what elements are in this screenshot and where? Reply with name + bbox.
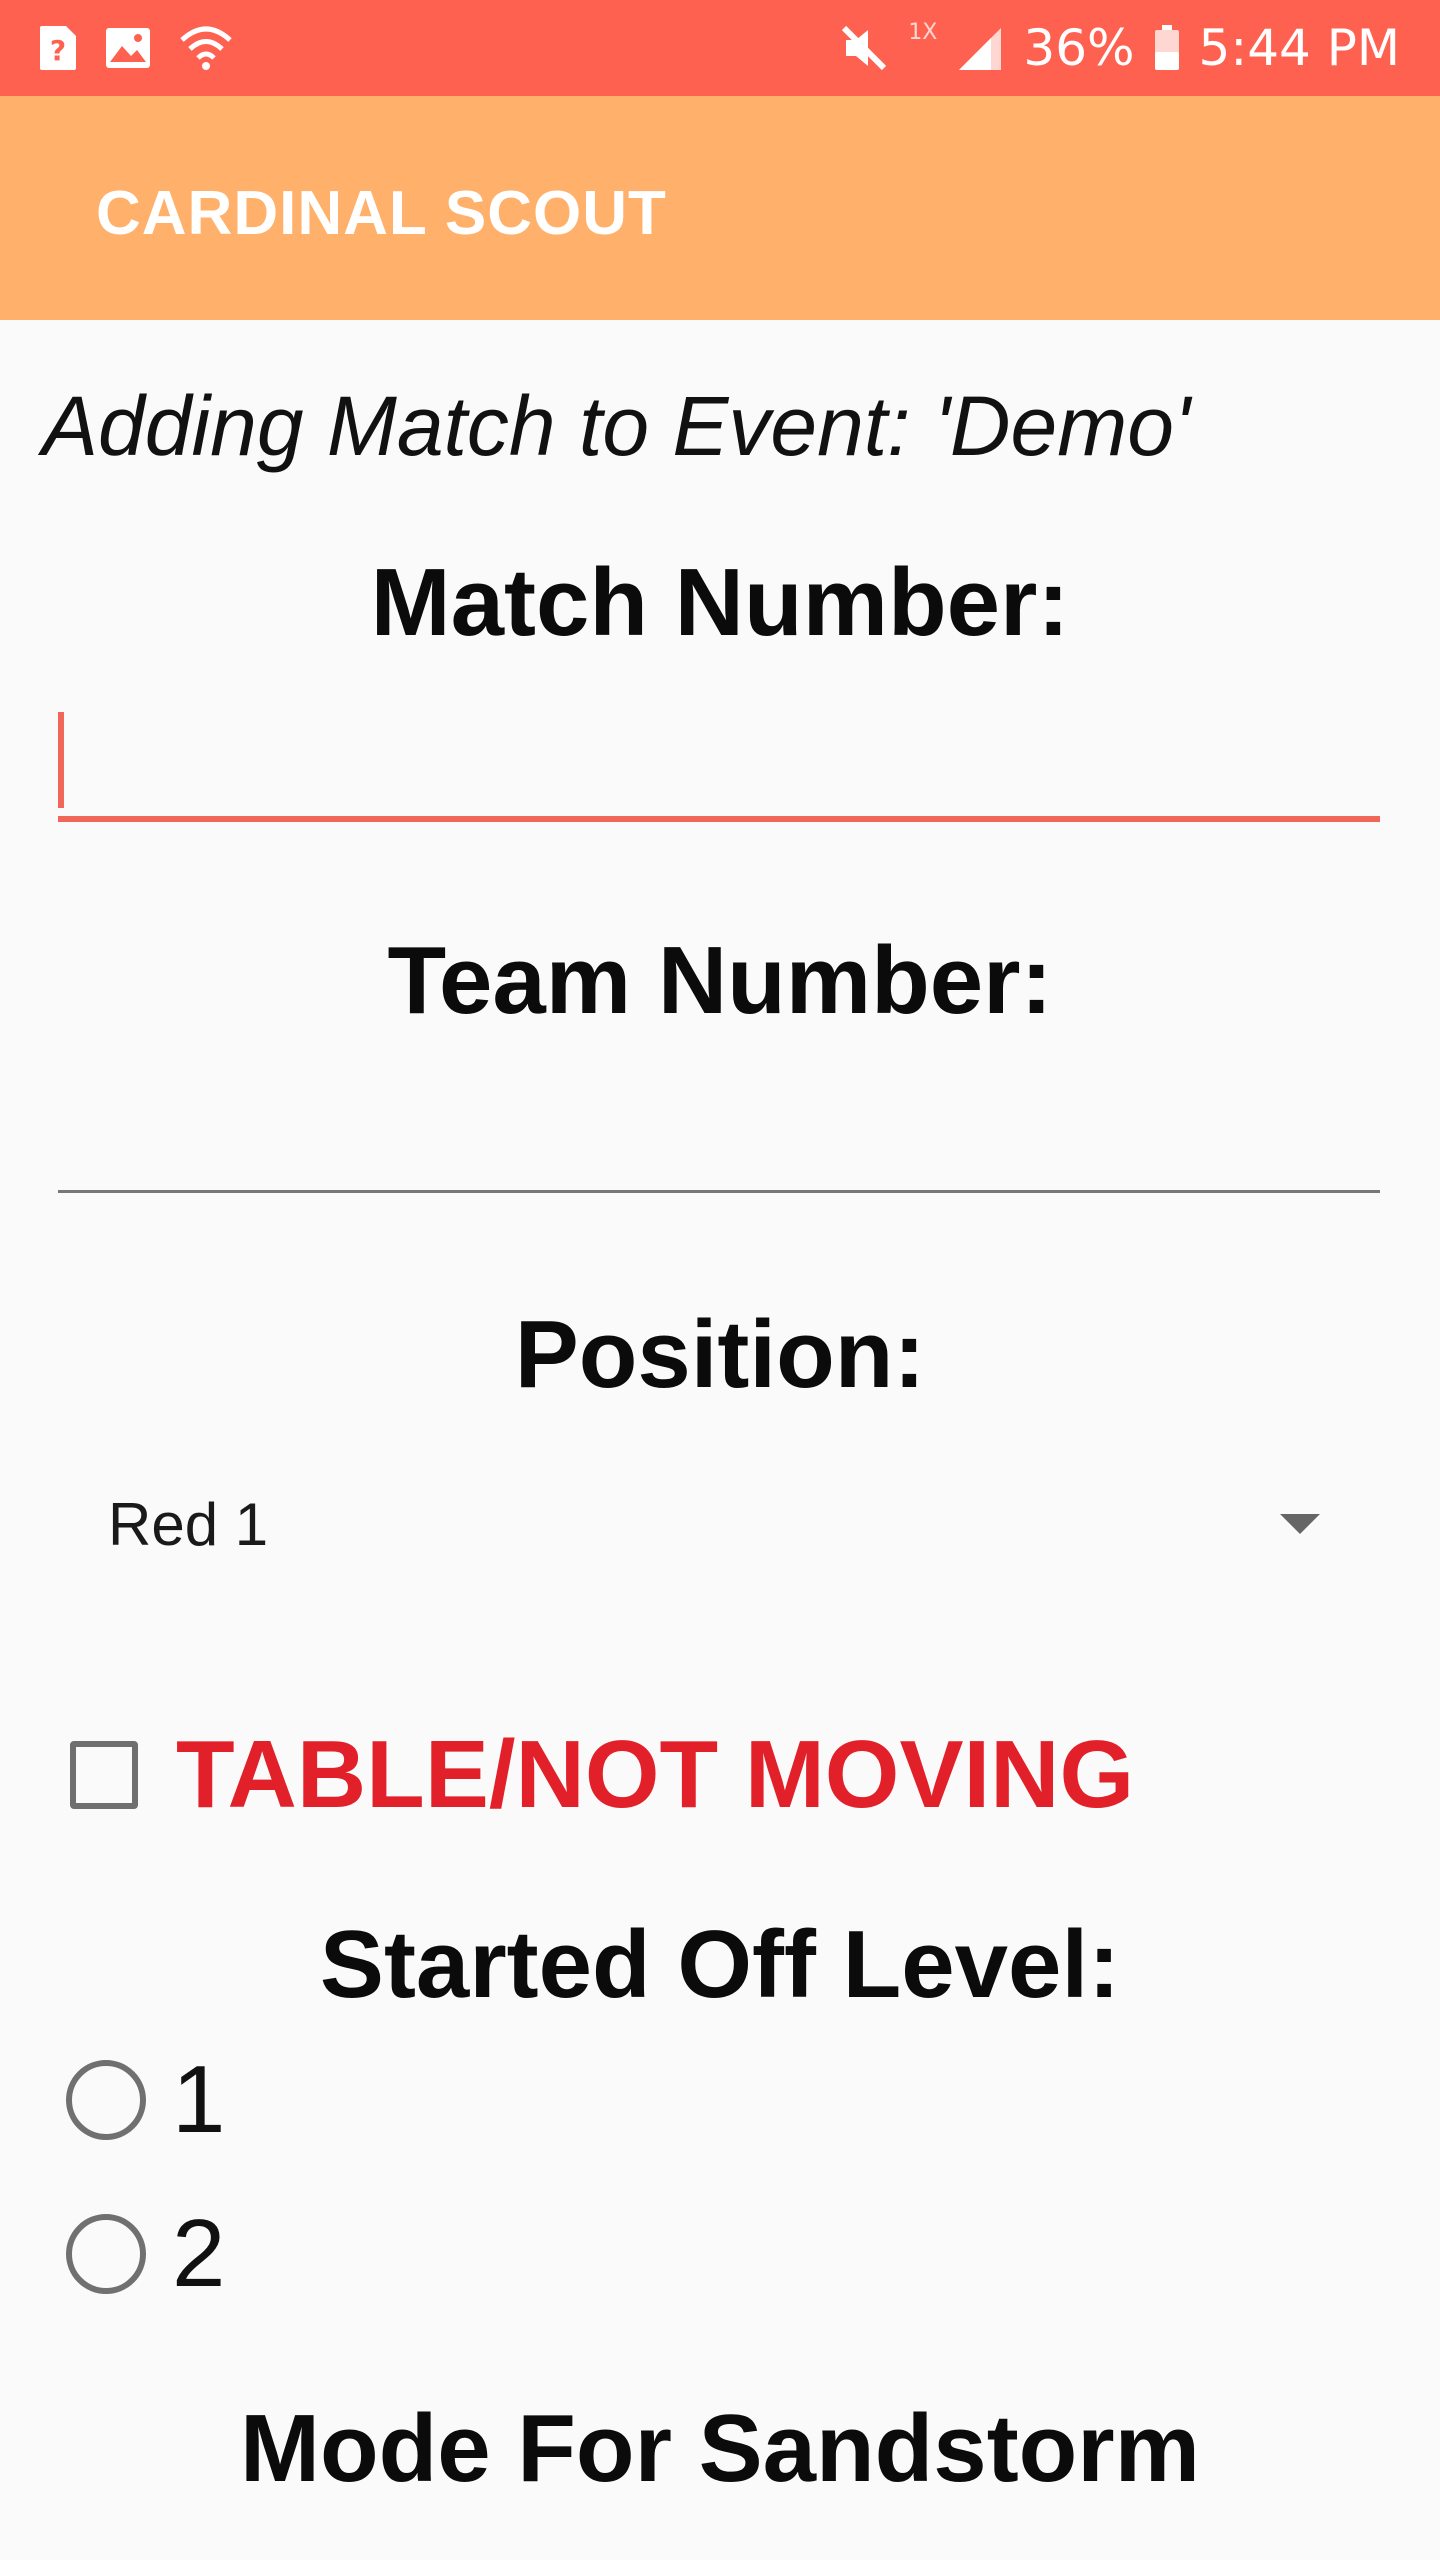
app-bar: CARDINAL SCOUT bbox=[0, 96, 1440, 320]
position-dropdown[interactable]: Red 1 bbox=[58, 1462, 1380, 1582]
table-not-moving-checkbox[interactable] bbox=[70, 1741, 138, 1809]
started-off-level-label: Started Off Level: bbox=[319, 1911, 1121, 2018]
team-number-label: Team Number: bbox=[387, 927, 1053, 1034]
image-icon bbox=[106, 28, 150, 68]
clock: 5:44 PM bbox=[1198, 19, 1400, 77]
battery-percent: 36% bbox=[1023, 19, 1135, 77]
team-number-input[interactable] bbox=[58, 1076, 1380, 1200]
match-number-label: Match Number: bbox=[370, 549, 1070, 656]
status-bar-left: ? bbox=[38, 18, 234, 78]
level-2-label[interactable]: 2 bbox=[172, 2199, 225, 2309]
match-number-underline bbox=[58, 816, 1380, 822]
wifi-icon bbox=[180, 26, 232, 70]
svg-text:?: ? bbox=[50, 34, 66, 67]
team-number-underline bbox=[58, 1190, 1380, 1193]
level-1-label[interactable]: 1 bbox=[172, 2045, 225, 2155]
table-not-moving-label[interactable]: TABLE/NOT MOVING bbox=[176, 1720, 1134, 1830]
position-label: Position: bbox=[514, 1301, 926, 1408]
app-title: CARDINAL SCOUT bbox=[96, 179, 667, 248]
status-bar-right: 1X 36% 5:44 PM bbox=[838, 18, 1400, 78]
network-type-label: 1X bbox=[908, 20, 938, 45]
mode-for-sandstorm-label: Mode For Sandstorm bbox=[239, 2395, 1201, 2502]
level-option-2[interactable]: 2 bbox=[66, 2194, 225, 2314]
level-option-1[interactable]: 1 bbox=[66, 2040, 225, 2160]
dropdown-arrow-icon bbox=[1280, 1514, 1320, 1534]
level-1-radio[interactable] bbox=[66, 2060, 146, 2140]
unknown-notification-icon: ? bbox=[40, 26, 76, 70]
signal-icon bbox=[959, 28, 1002, 70]
status-bar: ? 1X 36% 5:44 PM bbox=[0, 0, 1440, 96]
mute-icon bbox=[842, 25, 887, 71]
level-2-radio[interactable] bbox=[66, 2214, 146, 2294]
battery-icon bbox=[1154, 25, 1179, 70]
match-number-input[interactable] bbox=[58, 700, 1380, 824]
table-not-moving-row[interactable]: TABLE/NOT MOVING bbox=[70, 1720, 1134, 1830]
position-selected-value: Red 1 bbox=[108, 1491, 269, 1558]
event-subtitle: Adding Match to Event: 'Demo' bbox=[42, 379, 1190, 473]
